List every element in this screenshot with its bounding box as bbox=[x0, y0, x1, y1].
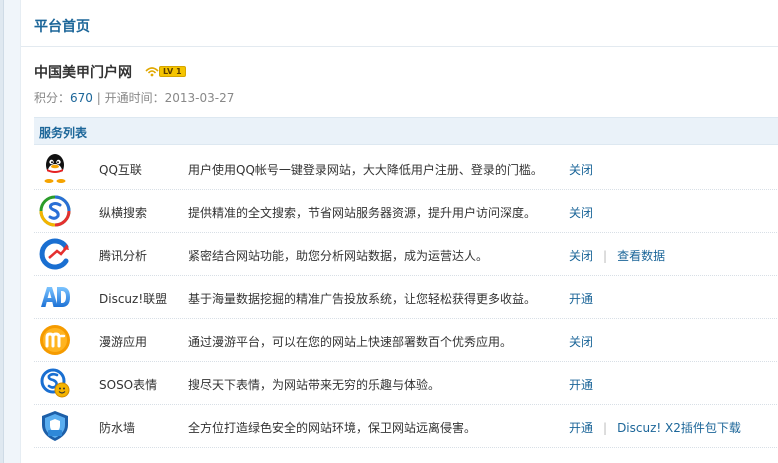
opened-value: 2013-03-27 bbox=[164, 91, 235, 105]
service-name: 纵横搜索 bbox=[99, 206, 148, 220]
service-row-firewall: 防水墙 全方位打造绿色安全的网站环境，保卫网站远离侵害。 开通 | Discuz! … bbox=[34, 405, 778, 448]
ad-union-icon bbox=[39, 281, 71, 313]
close-service-link[interactable]: 关闭 bbox=[569, 335, 593, 349]
points-value: 670 bbox=[70, 91, 93, 105]
meta-separator: | bbox=[92, 91, 105, 105]
close-service-link[interactable]: 关闭 bbox=[569, 206, 593, 220]
service-list-header: 服务列表 bbox=[34, 117, 778, 145]
service-row-qq: QQ互联 用户使用QQ帐号一键登录网站，大大降低用户注册、登录的门槛。 关闭 bbox=[34, 147, 778, 190]
soso-emoticon-icon bbox=[39, 367, 71, 399]
service-name: 腾讯分析 bbox=[99, 249, 148, 263]
level-badge: LV 1 bbox=[145, 65, 187, 77]
soso-search-icon bbox=[39, 195, 71, 227]
signal-icon bbox=[145, 65, 159, 77]
service-actions: 关闭 bbox=[569, 204, 593, 221]
left-frame-strip bbox=[0, 0, 4, 463]
service-row-emoticon: SOSO表情 搜尽天下表情，为网站带来无穷的乐趣与体验。 开通 bbox=[34, 362, 778, 405]
service-actions: 开通 | Discuz! X2插件包下载 bbox=[569, 419, 741, 436]
enable-service-link[interactable]: 开通 bbox=[569, 421, 593, 435]
service-row-search: 纵横搜索 提供精准的全文搜索，节省网站服务器资源，提升用户访问深度。 关闭 bbox=[34, 190, 778, 233]
service-description: 搜尽天下表情，为网站带来无穷的乐趣与体验。 bbox=[188, 378, 441, 392]
service-description: 用户使用QQ帐号一键登录网站，大大降低用户注册、登录的门槛。 bbox=[188, 163, 543, 177]
service-name: Discuz!联盟 bbox=[99, 292, 168, 306]
enable-service-link[interactable]: 开通 bbox=[569, 292, 593, 306]
service-row-manyou: 漫游应用 通过漫游平台，可以在您的网站上快速部署数百个优秀应用。 关闭 bbox=[34, 319, 778, 362]
service-name: 漫游应用 bbox=[99, 335, 148, 349]
service-actions: 关闭 bbox=[569, 333, 593, 350]
action-separator: | bbox=[603, 249, 608, 263]
page-title: 平台首页 bbox=[34, 19, 90, 35]
service-list-title: 服务列表 bbox=[39, 126, 88, 140]
site-meta: 积分：670 | 开通时间：2013-03-27 bbox=[34, 89, 234, 106]
service-description: 紧密结合网站功能，助您分析网站数据，成为运营达人。 bbox=[188, 249, 489, 263]
service-actions: 关闭 bbox=[569, 161, 593, 178]
action-separator: | bbox=[603, 421, 608, 435]
level-label: LV 1 bbox=[159, 65, 186, 77]
points-label: 积分： bbox=[34, 91, 71, 105]
service-name: 防水墙 bbox=[99, 421, 136, 435]
opened-label: 开通时间： bbox=[104, 91, 165, 105]
service-description: 全方位打造绿色安全的网站环境，保卫网站远离侵害。 bbox=[188, 421, 477, 435]
manyou-app-icon bbox=[39, 324, 71, 356]
plugin-download-link[interactable]: Discuz! X2插件包下载 bbox=[617, 421, 741, 435]
service-name: SOSO表情 bbox=[99, 378, 158, 392]
close-service-link[interactable]: 关闭 bbox=[569, 249, 593, 263]
service-actions: 关闭 | 查看数据 bbox=[569, 247, 665, 264]
main-panel: 平台首页 中国美甲门户网 LV 1 积分：670 | 开通时间：2013-03-… bbox=[20, 0, 778, 463]
enable-service-link[interactable]: 开通 bbox=[569, 378, 593, 392]
service-actions: 开通 bbox=[569, 376, 593, 393]
firewall-shield-icon bbox=[39, 410, 71, 442]
service-list: QQ互联 用户使用QQ帐号一键登录网站，大大降低用户注册、登录的门槛。 关闭 纵… bbox=[34, 147, 778, 448]
view-data-link[interactable]: 查看数据 bbox=[617, 249, 665, 263]
site-name: 中国美甲门户网 bbox=[34, 65, 132, 81]
service-description: 基于海量数据挖掘的精准广告投放系统，让您轻松获得更多收益。 bbox=[188, 292, 537, 306]
service-row-analytics: 腾讯分析 紧密结合网站功能，助您分析网站数据，成为运营达人。 关闭 | 查看数据 bbox=[34, 233, 778, 276]
service-name: QQ互联 bbox=[99, 163, 142, 177]
close-service-link[interactable]: 关闭 bbox=[569, 163, 593, 177]
title-divider bbox=[21, 46, 778, 47]
service-description: 通过漫游平台，可以在您的网站上快速部署数百个优秀应用。 bbox=[188, 335, 513, 349]
service-actions: 开通 bbox=[569, 290, 593, 307]
tencent-analytics-icon bbox=[39, 238, 71, 270]
service-row-union: Discuz!联盟 基于海量数据挖掘的精准广告投放系统，让您轻松获得更多收益。 … bbox=[34, 276, 778, 319]
qq-penguin-icon bbox=[39, 152, 71, 184]
service-description: 提供精准的全文搜索，节省网站服务器资源，提升用户访问深度。 bbox=[188, 206, 537, 220]
